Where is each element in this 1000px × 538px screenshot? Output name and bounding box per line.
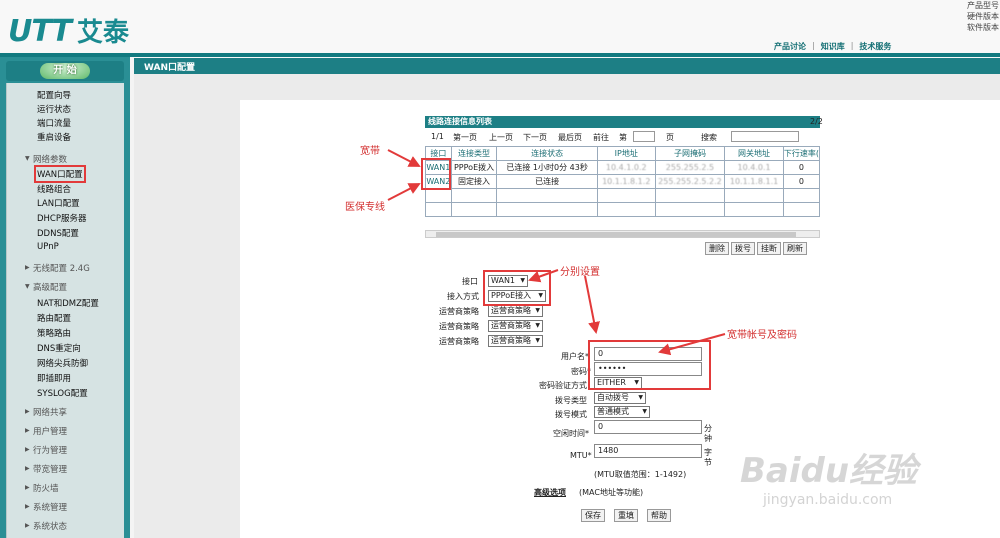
arrow-account	[658, 333, 726, 356]
baidu-watermark-url: jingyan.baidu.com	[763, 492, 893, 508]
baidu-watermark: Baidu经验	[740, 451, 918, 491]
arrow-credentials	[584, 275, 600, 334]
arrow-medical-line	[387, 183, 421, 201]
arrow-broadband	[387, 149, 421, 167]
arrow-interface	[528, 269, 559, 283]
